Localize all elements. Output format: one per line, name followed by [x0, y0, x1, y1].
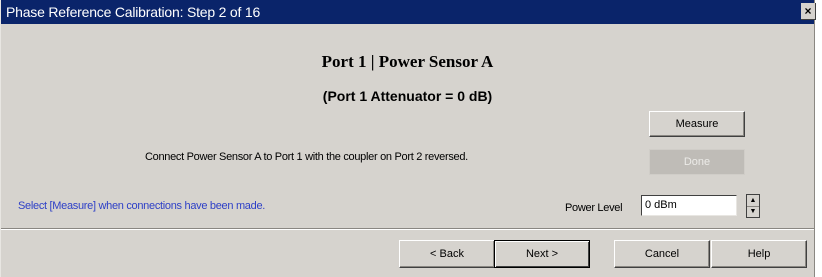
- close-icon: ×: [804, 4, 812, 18]
- power-level-input[interactable]: 0 dBm: [641, 195, 737, 216]
- measure-button[interactable]: Measure: [649, 111, 745, 137]
- next-button[interactable]: Next >: [494, 240, 590, 268]
- step-subheading: (Port 1 Attenuator = 0 dB): [322, 88, 493, 104]
- measure-hint: Select [Measure] when connections have b…: [18, 200, 266, 212]
- help-button[interactable]: Help: [711, 240, 807, 268]
- step-heading: Port 1 | Power Sensor A: [321, 52, 494, 71]
- spin-down-arrow-icon[interactable]: ▼: [747, 206, 759, 217]
- window-title: Phase Reference Calibration: Step 2 of 1…: [6, 4, 261, 20]
- connection-instruction: Connect Power Sensor A to Port 1 with th…: [145, 151, 468, 163]
- back-button[interactable]: < Back: [399, 240, 495, 268]
- calibration-dialog: Phase Reference Calibration: Step 2 of 1…: [0, 0, 816, 277]
- power-level-label: Power Level: [565, 202, 623, 214]
- footer-separator: [1, 228, 814, 230]
- title-bar: Phase Reference Calibration: Step 2 of 1…: [1, 0, 816, 24]
- done-button: Done: [649, 149, 745, 175]
- cancel-button[interactable]: Cancel: [614, 240, 710, 268]
- close-button[interactable]: ×: [801, 3, 816, 20]
- power-level-spinner[interactable]: ▲ ▼: [746, 194, 760, 218]
